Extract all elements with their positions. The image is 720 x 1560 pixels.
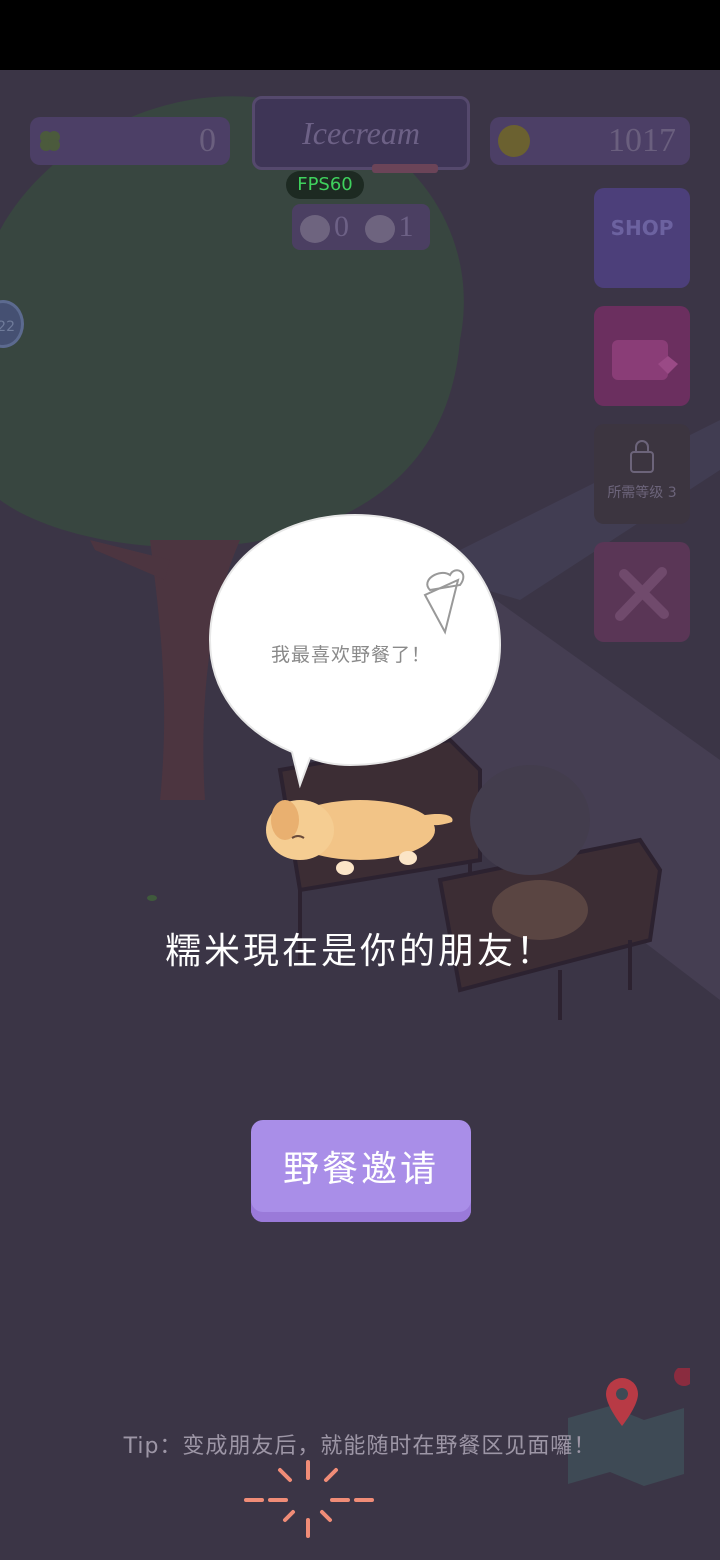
coin-counter: 1017 [490,117,690,165]
picnic-invite-button[interactable]: 野餐邀请 [251,1120,471,1222]
clover-count: 0 [199,122,216,159]
cat-count: 1 [398,210,414,243]
shop-button[interactable]: SHOP [594,188,690,288]
cat-icon [364,215,395,244]
player-title-plate[interactable]: Icecream [252,96,470,170]
firework-decoration [244,1460,374,1538]
coin-icon [498,125,530,157]
speech-bubble-text: 我最喜欢野餐了！ [270,644,431,666]
wrench-hammer-icon [615,567,669,621]
dog-count: 0 [334,210,349,243]
player-title: Icecream [302,115,420,151]
park-scene [0,96,720,1538]
experience-bar [372,164,438,173]
pet-counter: 0 1 [292,204,430,250]
map-icon[interactable] [560,1368,690,1486]
locked-feature-button[interactable]: 所需等级 3 [594,424,690,524]
dog-icon [300,215,330,244]
shop-label: SHOP [610,216,674,240]
status-bar [0,0,720,70]
chest-icon [612,340,678,380]
fps-indicator: FPS60 [286,171,364,199]
treasure-chest-button[interactable] [594,306,690,406]
locked-label: 所需等级 3 [607,485,677,501]
tip-text: Tip：变成朋友后，就能随时在野餐区见面囉！ [123,1434,597,1459]
friend-message: 糯米現在是你的朋友！ [164,931,555,972]
lock-icon [630,440,654,473]
ghost-bubble [470,765,590,875]
clover-counter: 0 [30,117,230,165]
tools-button[interactable] [594,542,690,642]
coin-count: 1017 [608,122,676,159]
clover-icon [40,131,60,151]
